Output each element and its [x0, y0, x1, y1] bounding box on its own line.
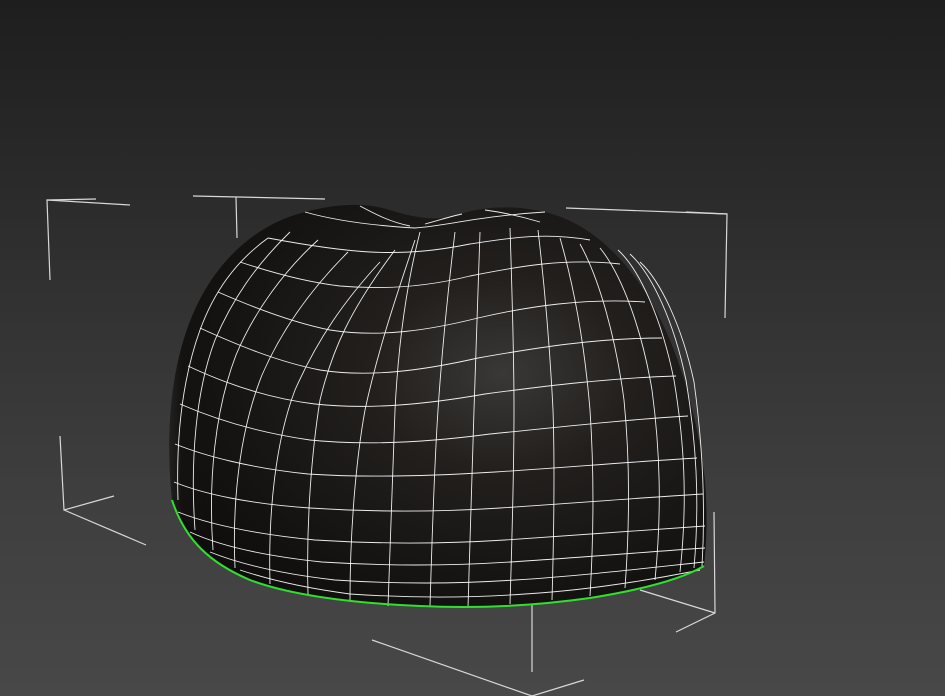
bracket-bottom-left — [59, 435, 115, 511]
bracket-bottom-right-depth — [639, 589, 716, 614]
bracket-bottom-front-right — [531, 679, 585, 696]
bracket-bottom-left-depth — [63, 509, 147, 546]
bracket-top-center — [192, 195, 326, 200]
viewport-scene[interactable] — [0, 0, 945, 696]
bracket-top-center-down — [235, 196, 238, 239]
dome-mesh-object[interactable] — [169, 204, 707, 609]
bracket-bottom-front — [371, 639, 533, 696]
bracket-top-left-depth — [46, 198, 97, 201]
3d-viewport[interactable] — [0, 0, 945, 696]
bracket-top-left — [46, 199, 131, 281]
